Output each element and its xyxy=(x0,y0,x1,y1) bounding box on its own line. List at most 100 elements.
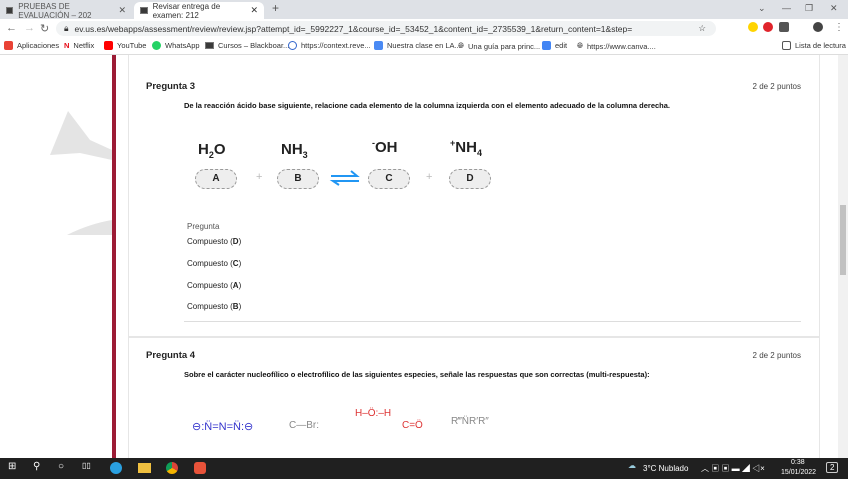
new-tab-button[interactable]: + xyxy=(272,1,279,15)
bookmark-label: Una guía para princ... xyxy=(468,41,541,51)
bookmark-label: Netflix xyxy=(73,41,95,50)
task-view-icon[interactable]: ▯▯ xyxy=(82,461,91,470)
reading-list-button[interactable]: Lista de lectura xyxy=(782,41,846,50)
app-icon[interactable] xyxy=(194,462,206,474)
close-window-button[interactable]: ✕ xyxy=(830,3,838,14)
label-b: B xyxy=(277,169,319,189)
bookmark-edit[interactable]: edit xyxy=(542,41,567,50)
maximize-button[interactable]: ❐ xyxy=(805,3,813,14)
close-tab-icon[interactable]: ✕ xyxy=(118,5,126,16)
bookmark-aplicaciones[interactable]: Aplicaciones xyxy=(4,41,59,50)
bookmark-label: https://context.reve... xyxy=(301,41,371,50)
blackboard-icon xyxy=(6,7,14,14)
label-c: C xyxy=(368,169,410,189)
answer-row: Compuesto (D) xyxy=(187,237,242,246)
tab-label: Revisar entrega de examen: 212 xyxy=(152,1,221,20)
tab-label: PRUEBAS DE EVALUACIÓN – 202 xyxy=(18,1,92,20)
page-content: Pregunta 3 2 de 2 puntos De la reacción … xyxy=(0,55,838,458)
bookmark-label: Cursos – Blackboar... xyxy=(218,41,290,50)
search-icon[interactable]: ⚲ xyxy=(33,461,40,472)
minimize-button[interactable]: — xyxy=(782,3,791,13)
url-text: ev.us.es/webapps/assessment/review/revie… xyxy=(74,23,633,34)
url-input[interactable]: 🔒︎ ev.us.es/webapps/assessment/review/rev… xyxy=(56,21,716,36)
youtube-icon xyxy=(104,41,113,50)
question-points: 2 de 2 puntos xyxy=(752,351,801,360)
species-azide: ⊖:N̈=N=N̈:⊖ xyxy=(192,421,254,433)
plus-sign: + xyxy=(426,171,433,183)
plus-sign: + xyxy=(256,171,263,183)
bookmark-youtube[interactable]: YouTube xyxy=(104,41,146,50)
question-3-card: Pregunta 3 2 de 2 puntos De la reacción … xyxy=(128,55,820,337)
lock-icon: 🔒︎ xyxy=(64,23,69,33)
species-amine: R‴N̈R′R″ xyxy=(451,416,489,427)
bookmark-canva[interactable]: 🌐︎ https://www.canva.... xyxy=(577,41,656,51)
blackboard-icon xyxy=(140,7,148,14)
bookmark-label: Aplicaciones xyxy=(17,41,60,50)
extension-icon[interactable] xyxy=(748,22,758,32)
tab-revisar[interactable]: Revisar entrega de examen: 212 ✕ xyxy=(134,1,264,20)
puzzle-icon[interactable] xyxy=(779,22,789,32)
tab-pruebas[interactable]: PRUEBAS DE EVALUACIÓN – 202 ✕ xyxy=(0,1,132,20)
divider xyxy=(184,321,801,322)
question-title: Pregunta 3 xyxy=(146,81,196,92)
bookmarks-bar: Aplicaciones N Netflix YouTube WhatsApp C… xyxy=(0,38,848,55)
molecule-nh3: NH3 xyxy=(281,141,308,160)
weather-text[interactable]: 3°C Nublado xyxy=(643,464,688,473)
classroom-icon xyxy=(374,41,383,50)
answer-row: Compuesto (A) xyxy=(187,281,242,290)
page-scrollbar[interactable] xyxy=(838,55,848,458)
edge-icon[interactable] xyxy=(110,462,122,474)
bookmark-context[interactable]: https://context.reve... xyxy=(288,41,371,50)
label-d: D xyxy=(449,169,491,189)
watermark-logo xyxy=(50,111,112,235)
reading-list-icon xyxy=(782,41,791,50)
question-title: Pregunta 4 xyxy=(146,350,196,361)
netflix-icon: N xyxy=(64,41,70,50)
tab-strip: PRUEBAS DE EVALUACIÓN – 202 ✕ Revisar ent… xyxy=(0,0,848,20)
bookmark-label: WhatsApp xyxy=(165,41,200,50)
answer-row: Compuesto (B) xyxy=(187,302,242,311)
context-icon xyxy=(288,41,297,50)
cortana-icon[interactable]: ○ xyxy=(58,461,64,472)
bookmark-label: edit xyxy=(555,41,568,50)
species-carbonyl: C=Ö xyxy=(402,420,423,431)
star-icon[interactable]: ☆ xyxy=(698,23,706,34)
adblock-icon[interactable] xyxy=(763,22,773,32)
docs-icon xyxy=(542,41,551,50)
species-water: H–Ö:–H xyxy=(355,408,392,419)
globe-icon: 🌐︎ xyxy=(458,41,464,50)
address-bar-row: ← → ↻ 🔒︎ ev.us.es/webapps/assessment/revi… xyxy=(0,19,848,38)
equilibrium-arrow-icon xyxy=(329,170,360,186)
bookmark-label: Nuestra clase en LA... xyxy=(387,41,461,50)
reload-icon[interactable]: ↻ xyxy=(40,22,49,35)
tab-search-icon[interactable]: ⌄ xyxy=(758,3,766,14)
notification-center-icon[interactable]: 2 xyxy=(826,462,839,473)
windows-taskbar: ⊞ ⚲ ○ ▯▯ ☁ 3°C Nublado ︿ ▣ ▣ ▬ ◢ ◁× 0:38… xyxy=(0,458,848,479)
bookmark-whatsapp[interactable]: WhatsApp xyxy=(152,41,200,50)
menu-icon[interactable]: ⋮ xyxy=(834,22,844,33)
globe-icon: 🌐︎ xyxy=(577,41,583,50)
system-tray-icons[interactable]: ︿ ▣ ▣ ▬ ◢ ◁× xyxy=(701,463,765,474)
bookmark-label: https://www.canva.... xyxy=(587,41,656,51)
cloud-icon: ☁ xyxy=(628,461,636,470)
question-points: 2 de 2 puntos xyxy=(752,82,801,91)
question-4-card: Pregunta 4 2 de 2 puntos Sobre el caráct… xyxy=(128,337,820,458)
bookmark-guia[interactable]: 🌐︎ Una guía para princ... xyxy=(458,41,540,51)
close-tab-icon[interactable]: ✕ xyxy=(250,5,258,16)
forward-icon[interactable]: → xyxy=(24,22,35,34)
scrollbar-thumb[interactable] xyxy=(840,205,846,275)
windows-start-icon[interactable]: ⊞ xyxy=(8,461,16,472)
clock-date[interactable]: 15/01/2022 xyxy=(781,469,816,476)
bookmark-clase[interactable]: Nuestra clase en LA... xyxy=(374,41,461,50)
bookmark-netflix[interactable]: N Netflix xyxy=(64,41,94,50)
species-alkyl-bromide: C—Br: xyxy=(289,420,319,431)
answer-row: Compuesto (C) xyxy=(187,259,242,268)
avatar[interactable] xyxy=(813,22,823,32)
back-icon[interactable]: ← xyxy=(6,22,17,34)
bookmark-blackboard[interactable]: Cursos – Blackboar... xyxy=(205,41,289,50)
molecule-h2o: H2O xyxy=(198,141,226,160)
chrome-icon[interactable] xyxy=(166,462,178,474)
file-explorer-icon[interactable] xyxy=(138,463,151,473)
clock-time[interactable]: 0:38 xyxy=(791,459,805,466)
answers-header: Pregunta xyxy=(187,222,220,231)
